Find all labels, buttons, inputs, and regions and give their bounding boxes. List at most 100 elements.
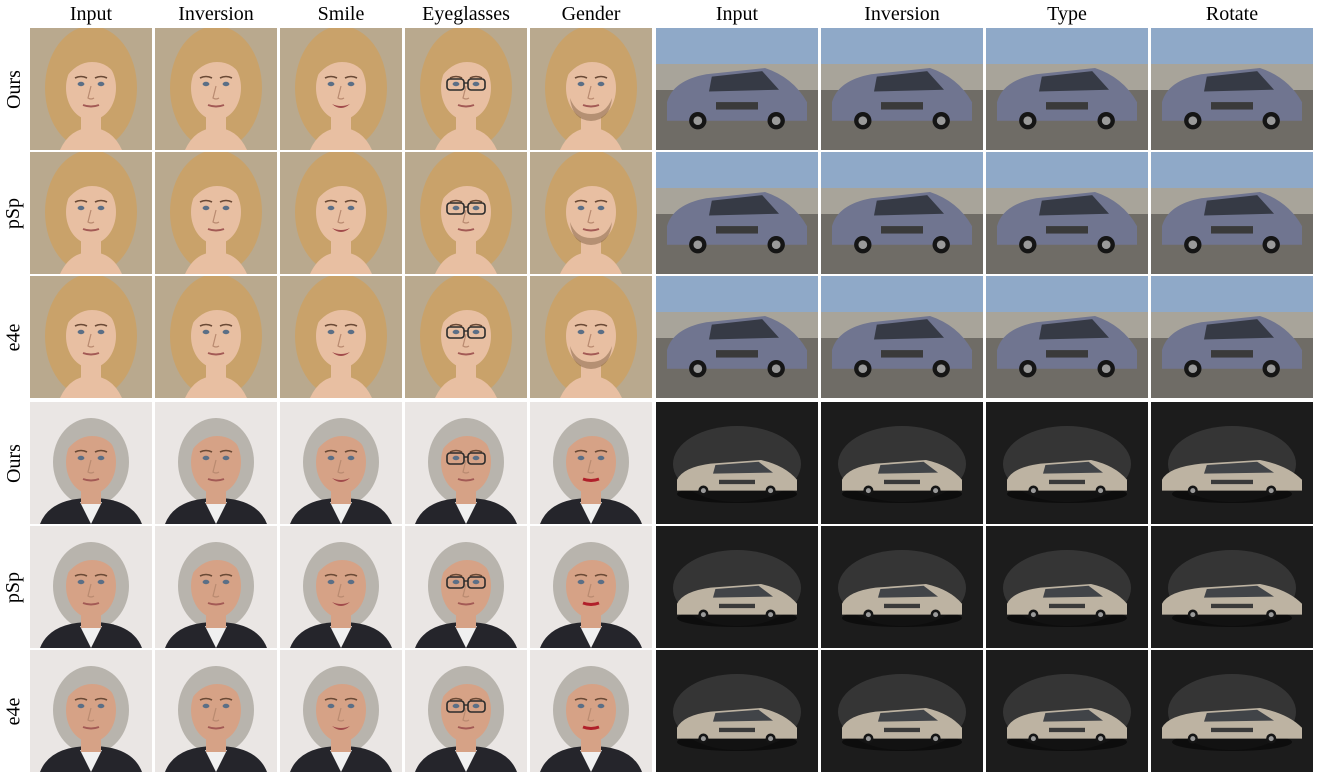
car-image-car-rotate (1151, 402, 1313, 524)
face-image-face-inversion (155, 650, 277, 772)
car-image-car-type (986, 152, 1148, 274)
car-illustration (656, 276, 818, 398)
car-illustration (821, 28, 983, 150)
face-image-face-inversion (155, 152, 277, 274)
face-illustration (30, 152, 152, 274)
car-illustration (986, 28, 1148, 150)
car-image-car-type (986, 276, 1148, 398)
face-image-face-smile (280, 402, 402, 524)
car-image-car-rotate (1151, 28, 1313, 150)
col-header-face-smile: Smile (317, 3, 365, 25)
col-header-car-inversion: Inversion (864, 3, 940, 25)
face-illustration (155, 526, 277, 648)
col-header-car-rotate: Rotate (1205, 3, 1259, 25)
car-illustration (656, 402, 818, 524)
face-image-face-input (30, 276, 152, 398)
face-illustration (30, 650, 152, 772)
row-label-text: e4e (2, 697, 25, 725)
car-image-car-type (986, 650, 1148, 772)
car-image-car-input (656, 276, 818, 398)
face-image-face-input (30, 28, 152, 150)
face-illustration (405, 402, 527, 524)
car-image-car-input (656, 152, 818, 274)
car-image-car-rotate (1151, 650, 1313, 772)
row-label-text: Ours (2, 69, 25, 109)
col-header-face-gender: Gender (561, 3, 621, 25)
col-header-car-type: Type (1047, 3, 1087, 25)
face-illustration (30, 526, 152, 648)
car-image-car-inversion (821, 276, 983, 398)
car-illustration (986, 526, 1148, 648)
face-image-face-inversion (155, 28, 277, 150)
face-illustration (30, 402, 152, 524)
car-illustration (821, 650, 983, 772)
face-illustration (405, 152, 527, 274)
car-image-car-inversion (821, 650, 983, 772)
face-image-face-smile (280, 526, 402, 648)
face-image-face-gender (530, 402, 652, 524)
car-illustration (1151, 276, 1313, 398)
car-image-car-input (656, 28, 818, 150)
row-label: pSp (0, 526, 28, 648)
face-image-face-input (30, 402, 152, 524)
face-image-face-gender (530, 650, 652, 772)
face-illustration (155, 276, 277, 398)
face-image-face-smile (280, 152, 402, 274)
car-illustration (821, 526, 983, 648)
row-label-text: Ours (2, 443, 25, 483)
car-illustration (986, 276, 1148, 398)
row-label-text: e4e (2, 323, 25, 351)
face-illustration (405, 526, 527, 648)
face-illustration (405, 276, 527, 398)
row-label-text: pSp (2, 197, 25, 229)
face-image-face-eyeglasses (405, 28, 527, 150)
face-image-face-input (30, 152, 152, 274)
face-image-face-eyeglasses (405, 402, 527, 524)
face-illustration (280, 402, 402, 524)
car-image-car-inversion (821, 28, 983, 150)
face-image-face-gender (530, 28, 652, 150)
car-illustration (1151, 526, 1313, 648)
face-image-face-eyeglasses (405, 276, 527, 398)
car-illustration (1151, 152, 1313, 274)
car-image-car-input (656, 402, 818, 524)
face-illustration (155, 28, 277, 150)
face-image-face-inversion (155, 276, 277, 398)
face-illustration (530, 402, 652, 524)
car-illustration (656, 650, 818, 772)
row-label: Ours (0, 402, 28, 524)
car-illustration (821, 152, 983, 274)
face-image-face-gender (530, 526, 652, 648)
face-image-face-smile (280, 650, 402, 772)
col-header-face-inversion: Inversion (178, 3, 254, 25)
face-illustration (280, 650, 402, 772)
face-image-face-input (30, 526, 152, 648)
face-image-face-smile (280, 276, 402, 398)
face-image-face-inversion (155, 526, 277, 648)
face-image-face-eyeglasses (405, 152, 527, 274)
car-illustration (821, 402, 983, 524)
col-header-face-input: Input (69, 3, 113, 25)
face-illustration (280, 526, 402, 648)
car-image-car-inversion (821, 152, 983, 274)
car-illustration (986, 650, 1148, 772)
row-label: e4e (0, 276, 28, 398)
face-illustration (155, 152, 277, 274)
face-illustration (280, 276, 402, 398)
face-image-face-input (30, 650, 152, 772)
face-illustration (530, 152, 652, 274)
row-label-text: pSp (2, 571, 25, 603)
face-illustration (155, 402, 277, 524)
car-image-car-input (656, 650, 818, 772)
face-image-face-eyeglasses (405, 650, 527, 772)
face-illustration (530, 650, 652, 772)
face-illustration (280, 28, 402, 150)
face-illustration (30, 28, 152, 150)
face-illustration (405, 650, 527, 772)
car-illustration (656, 152, 818, 274)
car-illustration (986, 152, 1148, 274)
face-illustration (530, 526, 652, 648)
car-illustration (656, 526, 818, 648)
car-image-car-inversion (821, 526, 983, 648)
face-image-face-inversion (155, 402, 277, 524)
